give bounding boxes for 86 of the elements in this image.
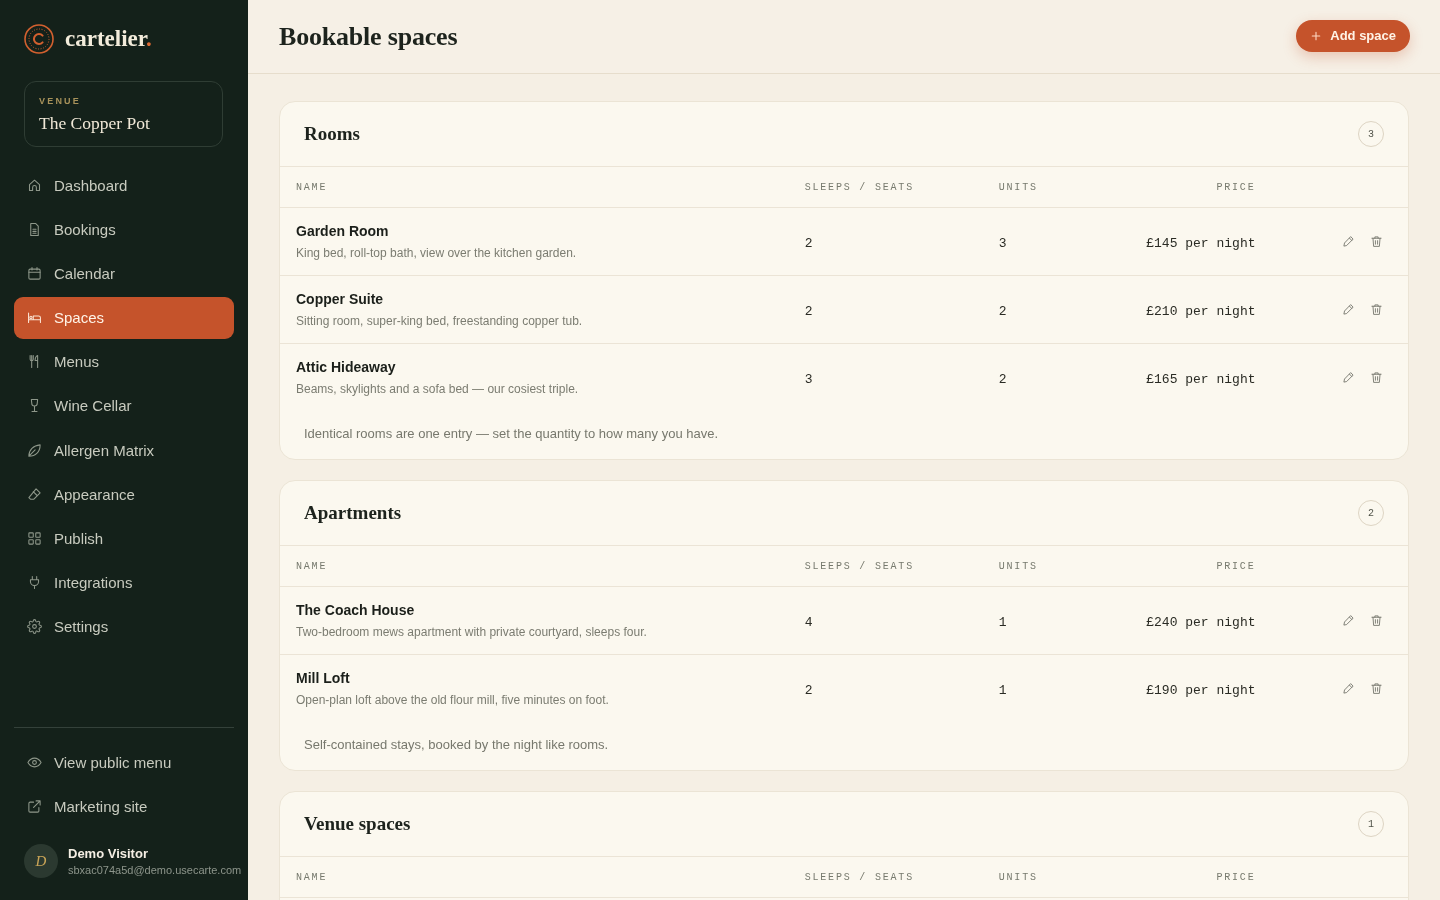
section-title: Rooms [304, 123, 360, 145]
price-value: £210 per night [1146, 303, 1256, 319]
space-name: Attic Hideaway [296, 358, 396, 376]
brand-name: cartelier. [65, 25, 152, 53]
units-value: 2 [998, 371, 1007, 387]
nav-item[interactable]: Calendar [14, 252, 234, 295]
sidebar-link[interactable]: Marketing site [14, 785, 234, 827]
column-header: PRICE [1216, 181, 1256, 193]
user-avatar: D [24, 844, 58, 878]
leaf-icon [27, 442, 42, 458]
calendar-icon [27, 265, 42, 281]
units-value: 2 [998, 303, 1007, 319]
nav-item[interactable]: Spaces [14, 296, 234, 339]
nav-item[interactable]: Menus [14, 340, 234, 383]
price-value: £165 per night [1146, 371, 1256, 387]
sidebar-link[interactable]: View public menu [14, 741, 234, 783]
column-header: NAME [296, 181, 328, 193]
space-name: Copper Suite [296, 290, 384, 308]
pencil-icon [1342, 371, 1355, 385]
price-value: £145 per night [1146, 235, 1256, 251]
price-value: £190 per night [1146, 682, 1256, 698]
trash-icon [1370, 303, 1383, 317]
section-title: Venue spaces [304, 813, 411, 835]
column-header: UNITS [998, 871, 1038, 883]
eraser-icon [27, 486, 42, 502]
trash-icon [1370, 371, 1383, 385]
column-header: UNITS [998, 560, 1038, 572]
section-note: Self-contained stays, booked by the night like rooms. [304, 736, 609, 754]
column-header: NAME [296, 560, 328, 572]
section-title: Apartments [304, 502, 402, 524]
nav-item[interactable]: Publish [14, 517, 234, 560]
units-value: 1 [998, 614, 1007, 630]
grid-icon [27, 531, 42, 546]
page-title: Bookable spaces [279, 21, 458, 52]
logo-icon [24, 24, 54, 54]
nav-item[interactable]: Bookings [14, 208, 234, 251]
column-header: NAME [296, 871, 328, 883]
nav-item[interactable]: Wine Cellar [14, 384, 234, 427]
space-description: Two-bedroom mews apartment with private courtyard, sleeps four. [296, 624, 647, 640]
space-description: King bed, roll-top bath, view over the kitchen garden. [296, 245, 577, 261]
venue-label: VENUE [39, 95, 81, 107]
trash-icon [1370, 682, 1383, 696]
column-header: UNITS [998, 181, 1038, 193]
sleeps-value: 2 [804, 235, 813, 251]
settings-icon [27, 619, 42, 635]
space-description: Beams, skylights and a sofa bed — our cosiest triple. [296, 381, 579, 397]
space-name: Mill Loft [296, 669, 350, 687]
column-header: PRICE [1216, 871, 1256, 883]
pencil-icon [1342, 303, 1355, 317]
venue-name: The Copper Pot [39, 112, 150, 134]
eye-icon [27, 754, 42, 770]
add-space-button[interactable]: Add space [1296, 19, 1410, 52]
space-name: The Coach House [296, 601, 415, 619]
column-header: SLEEPS / SEATS [804, 560, 914, 572]
units-value: 3 [998, 235, 1007, 251]
nav-item[interactable]: Integrations [14, 561, 234, 604]
section-note: Identical rooms are one entry — set the quantity to how many you have. [304, 425, 719, 443]
nav-item[interactable]: Dashboard [14, 164, 234, 206]
space-description: Sitting room, super-king bed, freestanding copper tub. [296, 313, 583, 329]
sleeps-value: 2 [804, 303, 813, 319]
document-icon [27, 221, 42, 237]
space-name: Garden Room [296, 222, 389, 240]
bed-icon [27, 310, 42, 326]
sleeps-value: 4 [804, 614, 813, 630]
house-icon [27, 177, 42, 193]
space-description: Open-plan loft above the old flour mill, five minutes on foot. [296, 692, 609, 708]
column-header: PRICE [1216, 560, 1256, 572]
pencil-icon [1342, 614, 1355, 628]
trash-icon [1370, 614, 1383, 628]
nav-item[interactable]: Settings [14, 605, 234, 648]
column-header: SLEEPS / SEATS [804, 181, 914, 193]
nav-item[interactable]: Allergen Matrix [14, 429, 234, 472]
trash-icon [1370, 235, 1383, 249]
user-name: Demo Visitor [68, 844, 148, 862]
plus-icon [1311, 30, 1322, 41]
external-link-icon [27, 798, 42, 814]
sleeps-value: 3 [804, 371, 813, 387]
plug-icon [27, 575, 42, 591]
sleeps-value: 2 [804, 682, 813, 698]
user-email: sbxac074a5d@demo.usecarte.com [68, 862, 242, 878]
nav-item[interactable]: Appearance [14, 473, 234, 516]
column-header: SLEEPS / SEATS [804, 871, 914, 883]
pencil-icon [1342, 235, 1355, 249]
price-value: £240 per night [1146, 614, 1256, 630]
units-value: 1 [998, 682, 1007, 698]
pencil-icon [1342, 682, 1355, 696]
